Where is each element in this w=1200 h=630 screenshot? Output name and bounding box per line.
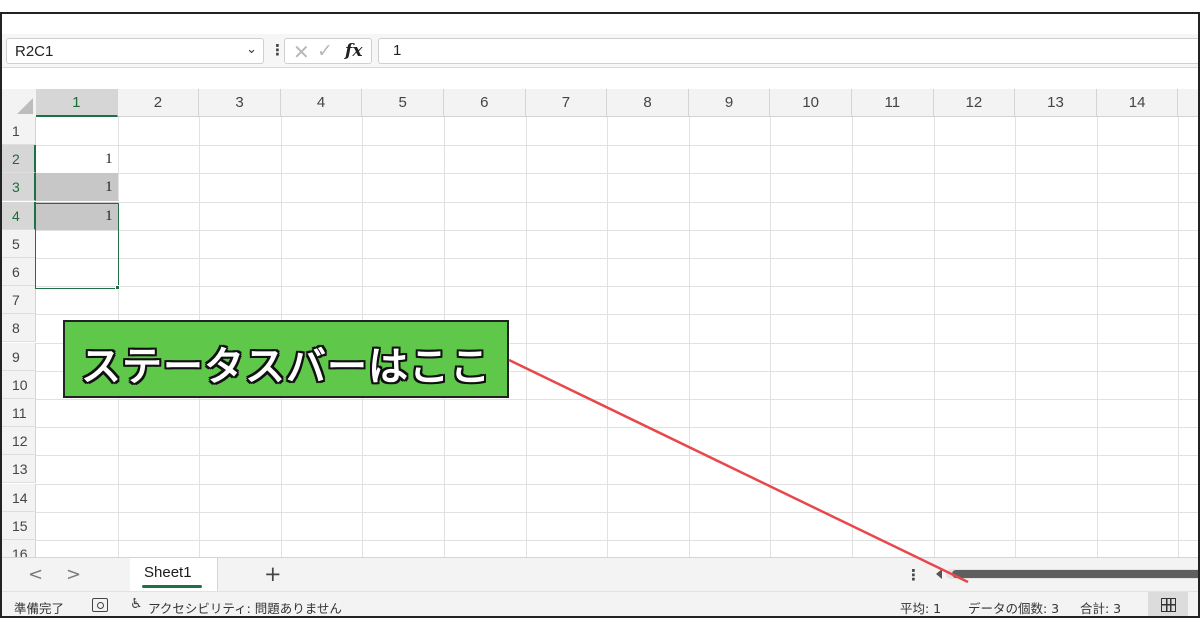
more-dots-icon[interactable]: ⋮ [906,567,921,583]
column-header-7[interactable]: 7 [526,89,608,117]
column-header-1[interactable]: 1 [36,89,118,117]
formula-bar: R2C1 ⌄ ⋮ ✕ ✓ fx 1 [2,34,1198,68]
column-header-3[interactable]: 3 [199,89,281,117]
accessibility-status[interactable]: アクセシビリティ: 問題ありません [148,598,342,616]
gridline-horizontal [36,399,1198,400]
scroll-left-icon[interactable] [936,569,942,579]
excel-window: R2C1 ⌄ ⋮ ✕ ✓ fx 1 1 2 3 4 5 6 7 8 9 10 11 12 13 14 12… [0,12,1200,618]
column-header-5[interactable]: 5 [362,89,444,117]
status-bar: 準備完了 ♿ アクセシビリティ: 問題ありません 平均: 1 データの個数: 3… [2,591,1198,616]
row-header-8[interactable]: 8 [2,314,36,343]
row-header-4[interactable]: 4 [2,201,36,230]
gridline-vertical [852,117,853,557]
sheet-tab-bar: < > Sheet1 + ⋮ [2,557,1198,592]
gridline-horizontal [36,540,1198,541]
formula-value: 1 [393,42,402,59]
sheet-next-icon[interactable]: > [66,564,81,585]
status-sum: 合計: 3 [1080,601,1122,616]
macro-record-icon[interactable] [92,598,108,612]
row-header-12[interactable]: 12 [2,427,36,456]
row-header-6[interactable]: 6 [2,258,36,286]
chevron-down-icon[interactable]: ⌄ [246,42,257,57]
more-dots-icon[interactable]: ⋮ [270,42,285,58]
row-header-5[interactable]: 5 [2,229,36,258]
gridline-horizontal [36,145,1198,147]
gridline-horizontal [36,173,1198,175]
column-header-10[interactable]: 10 [770,89,852,117]
add-sheet-button[interactable]: + [264,562,282,586]
row-header-7[interactable]: 7 [2,286,36,315]
gridline-vertical [770,117,772,557]
column-header-8[interactable]: 8 [607,89,689,117]
row-header-11[interactable]: 11 [2,399,36,427]
row-header-2[interactable]: 2 [2,145,36,174]
row-header-3[interactable]: 3 [2,173,36,202]
gridline-vertical [607,117,609,557]
bottom-border-strip [0,618,1200,630]
sheet-tab-label: Sheet1 [144,564,192,581]
name-box[interactable]: R2C1 ⌄ [6,38,264,64]
accessibility-icon[interactable]: ♿ [130,596,143,612]
sheet-prev-icon[interactable]: < [28,564,43,585]
sheet-tab-sheet1[interactable]: Sheet1 [130,558,218,592]
row-header-9[interactable]: 9 [2,342,36,371]
row-header-13[interactable]: 13 [2,455,36,484]
gridline-horizontal [36,258,1198,259]
row-header-16[interactable]: 16 [2,540,36,557]
enter-check-icon[interactable]: ✓ [317,40,333,62]
row-header-10[interactable]: 10 [2,370,36,399]
annotation-callout: ステータスバーはここ [63,320,509,398]
column-header-14[interactable]: 14 [1097,89,1179,117]
active-tab-indicator [142,585,202,588]
top-border-strip [0,0,1200,12]
gridline-vertical [1178,117,1180,557]
column-header-4[interactable]: 4 [281,89,363,117]
gridline-horizontal [36,511,1198,513]
cell-selection-border [35,203,119,289]
annotation-text: ステータスバーはここ [81,344,491,390]
formula-actions: ✕ ✓ fx [284,38,372,64]
gridline-horizontal [36,286,1198,288]
select-all-triangle-icon [17,98,33,114]
row-header-1[interactable]: 1 [2,117,36,145]
gridline-vertical [688,117,690,557]
column-header-9[interactable]: 9 [689,89,771,117]
formula-input[interactable]: 1 [378,38,1198,64]
cell-r2c1[interactable]: 1 [36,145,118,173]
status-average: 平均: 1 [900,601,942,616]
cell-r3c1[interactable]: 1 [36,173,118,202]
worksheet-grid[interactable]: 1 2 3 4 5 6 7 8 9 10 11 12 13 14 1 2 3 4 5 6 7 8 9 10 11 12 13 14 1… [2,74,1198,557]
name-box-value: R2C1 [15,43,54,60]
column-header-13[interactable]: 13 [1015,89,1097,117]
gridline-horizontal [36,201,1198,203]
row-header-15[interactable]: 15 [2,511,36,540]
horizontal-scroll-thumb[interactable] [952,570,1198,578]
column-header-2[interactable]: 2 [118,89,200,117]
fill-handle[interactable] [115,285,120,290]
gridline-horizontal [36,314,1198,316]
normal-view-button[interactable] [1148,592,1188,616]
column-header-6[interactable]: 6 [444,89,526,117]
gridline-horizontal [36,455,1198,457]
column-header-11[interactable]: 11 [852,89,934,117]
gridline-horizontal [36,229,1198,231]
gridline-vertical [933,117,935,557]
gridline-vertical [1096,117,1098,557]
gridline-vertical [1015,117,1017,557]
function-fx-icon[interactable]: fx [345,41,362,61]
gridline-vertical [525,117,527,557]
normal-view-grid-icon [1161,598,1176,612]
gridline-horizontal [36,483,1198,485]
column-header-12[interactable]: 12 [934,89,1016,117]
row-header-14[interactable]: 14 [2,483,36,512]
select-all-corner[interactable] [2,89,36,117]
gridline-horizontal [36,427,1198,429]
status-ready: 準備完了 [14,601,65,616]
status-count: データの個数: 3 [968,601,1060,616]
cancel-icon[interactable]: ✕ [293,40,310,64]
